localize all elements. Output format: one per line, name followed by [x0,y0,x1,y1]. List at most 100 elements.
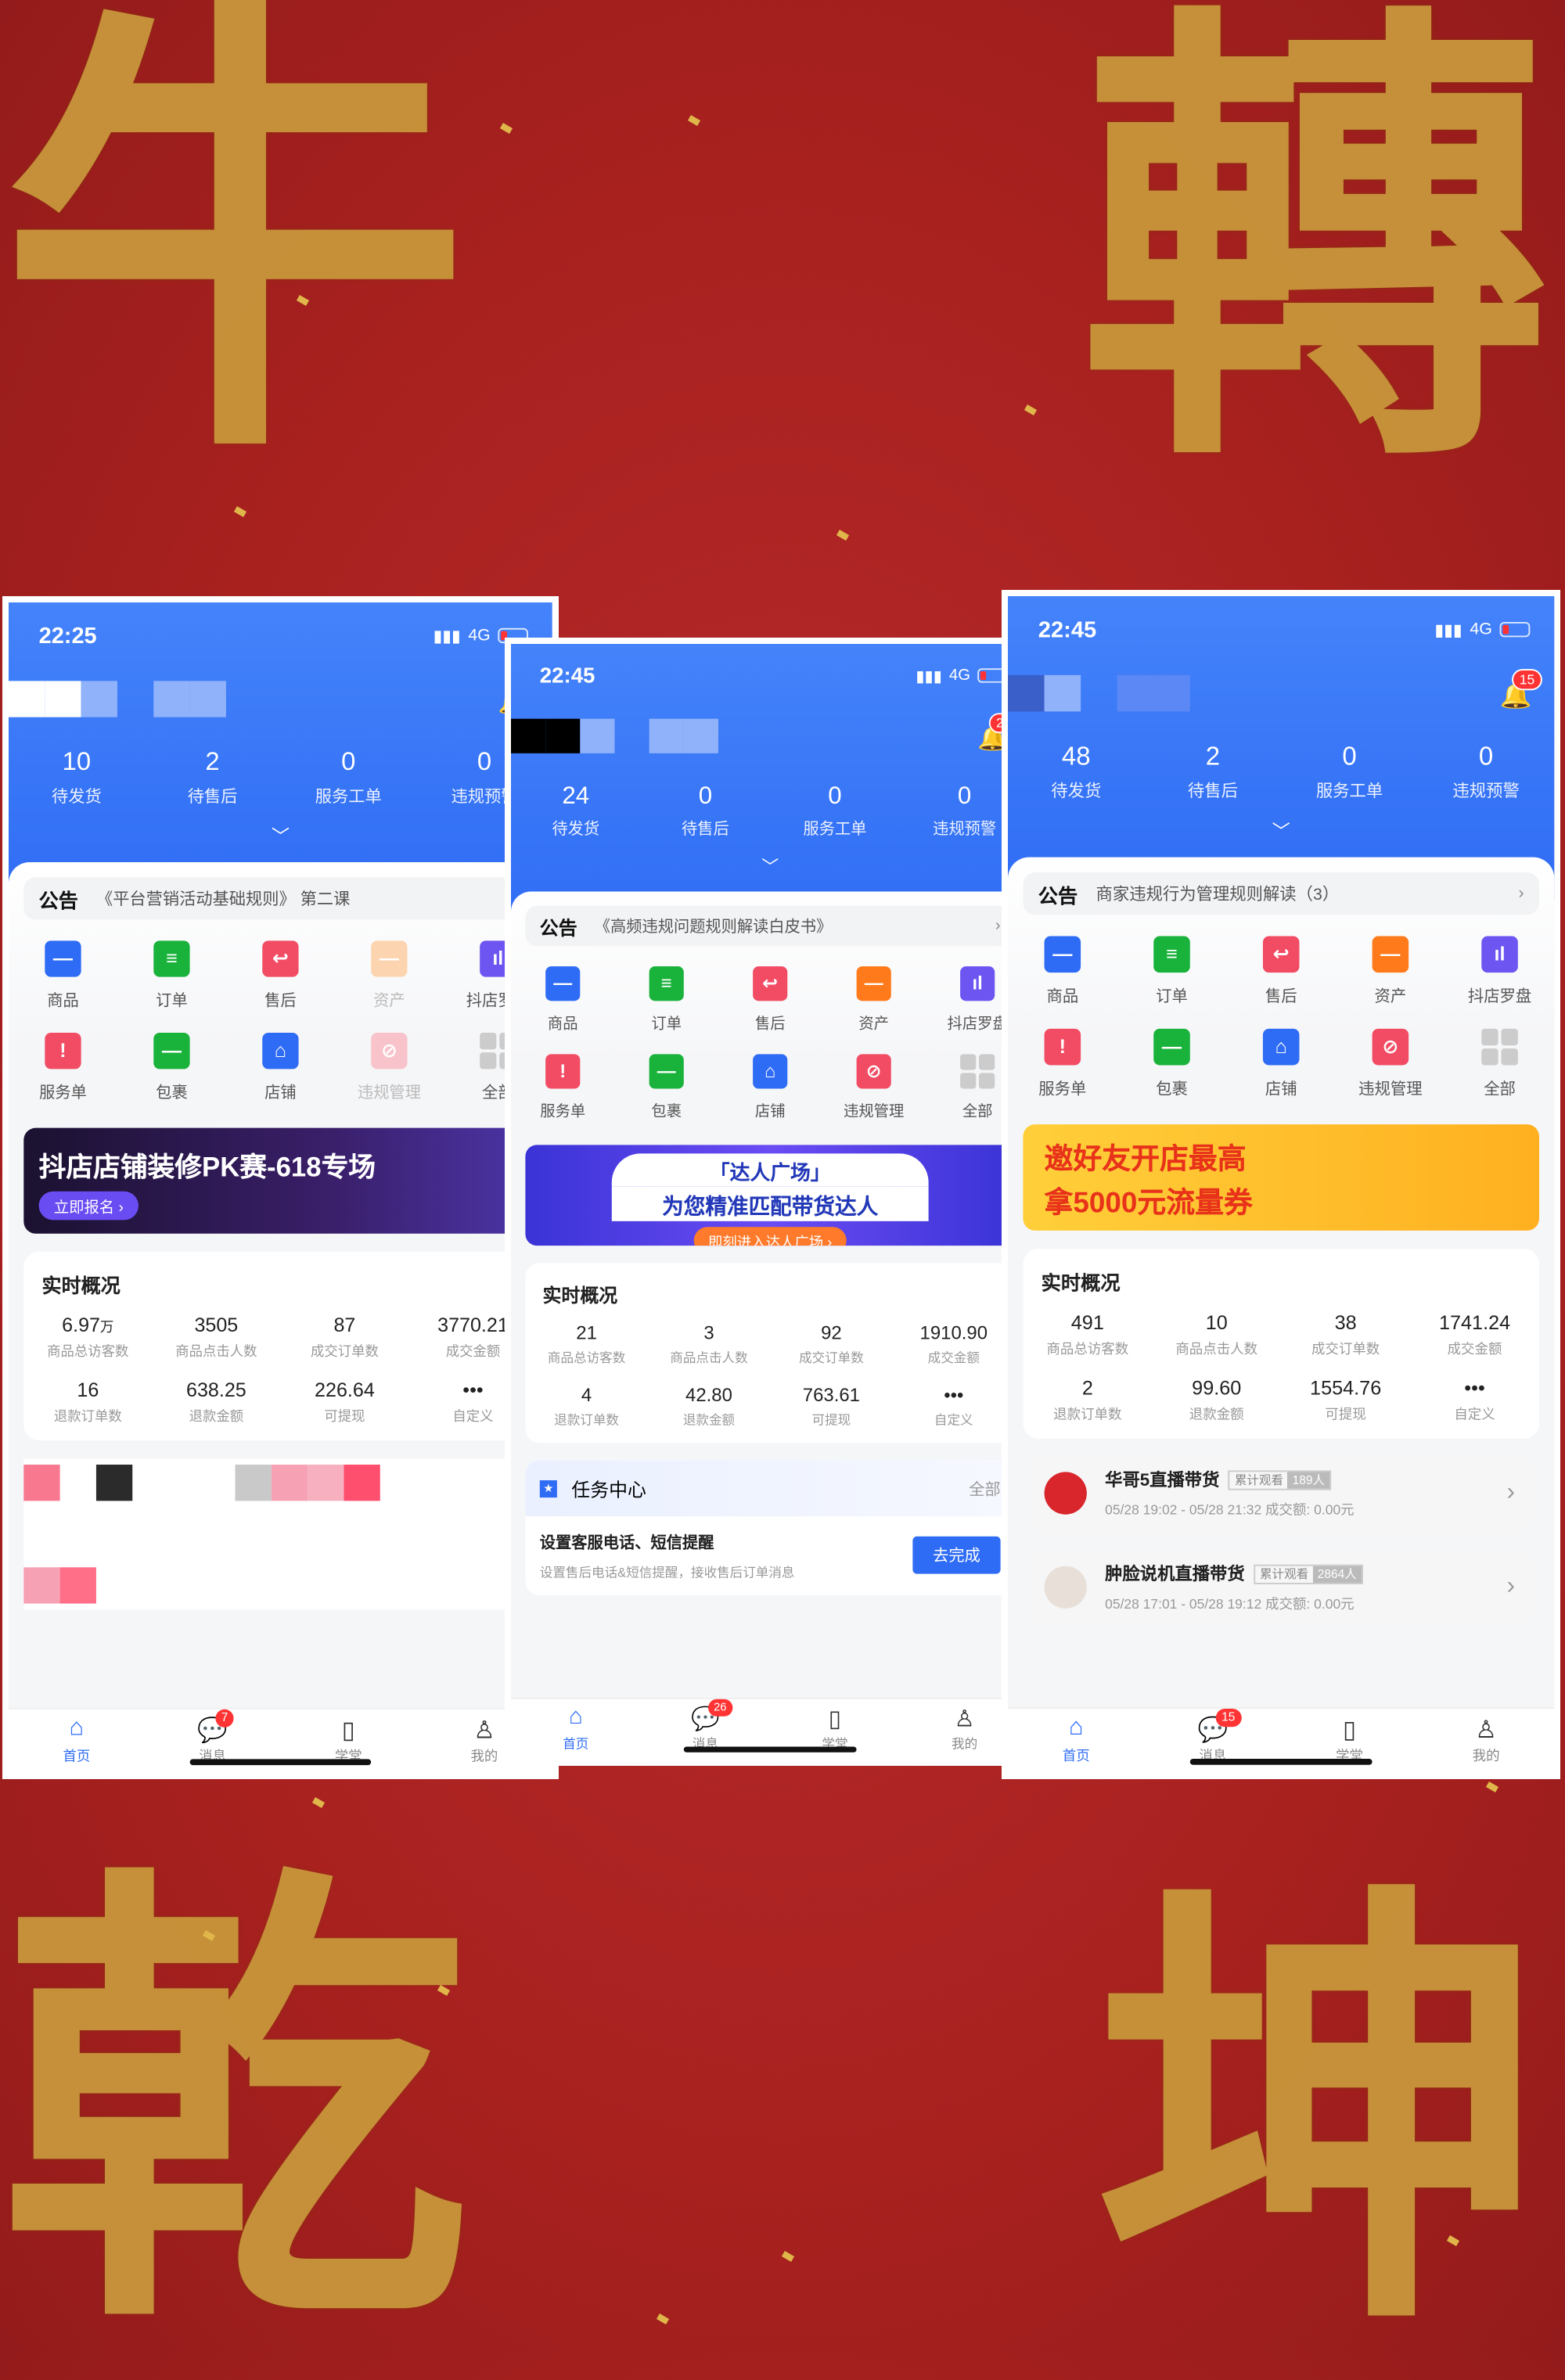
metric-number: 3 [703,1321,714,1344]
metric[interactable]: 6.97万 商品总访客数 [23,1314,152,1361]
shortcut-store[interactable]: ⌂ 店铺 [718,1054,822,1121]
metric[interactable]: 1910.90 成交金额 [893,1322,1015,1367]
metric[interactable]: 638.25 退款金额 [152,1379,280,1425]
metric-value: 87 [280,1314,408,1336]
metric-number: 226.64 [315,1379,375,1401]
tab-home[interactable]: ⌂ 首页 [511,1699,641,1760]
metric[interactable]: 16 退款订单数 [23,1379,152,1425]
shortcut-wallet[interactable]: — 资产 [335,940,444,1012]
live-session-item[interactable]: 肿脸说机直播带货 累计观看 2864人 05/28 17:01 - 05/28 19:… [1029,1548,1534,1627]
stat-2[interactable]: 0 服务工单 [1281,742,1418,803]
package-icon: — [153,1033,190,1070]
metric[interactable]: ••• 自定义 [893,1384,1015,1429]
metric-number: 42.80 [685,1383,732,1406]
shortcut-store[interactable]: ⌂ 店铺 [1226,1028,1336,1100]
tab-home[interactable]: ⌂ 首页 [9,1710,145,1773]
stat-2[interactable]: 0 服务工单 [770,782,900,840]
metric[interactable]: ••• 自定义 [1410,1376,1539,1423]
shortcut-wallet[interactable]: — 资产 [822,966,925,1034]
shortcut-return[interactable]: ↩ 售后 [1226,936,1336,1008]
tab-profile[interactable]: ♙ 我的 [1418,1709,1555,1772]
main-panel: 公告 《高频违规问题规则解读白皮书》 › — 商品 ≡ 订单 ↩ 售后 — 资产 ıl 抖店罗盘! 服务单… [511,891,1030,1698]
shortcut-shopping-bag[interactable]: — 商品 [511,966,614,1034]
stat-1[interactable]: 2 待售后 [145,747,281,807]
promo-banner[interactable]: 抖店店铺装修PK赛-618专场 立即报名 › [23,1127,538,1234]
metric[interactable]: 21 商品总访客数 [525,1322,647,1367]
banner-cta-button[interactable]: 立即报名 › [38,1191,139,1221]
stat-0[interactable]: 48 待发货 [1008,742,1145,803]
shortcut-label: 商品 [547,1015,578,1033]
stat-1[interactable]: 2 待售后 [1145,742,1282,803]
message-icon: 💬 [691,1707,720,1733]
shortcut-prohibited[interactable]: ⊘ 违规管理 [1336,1028,1445,1100]
banner-line2: 拿5000元流量券 [1044,1188,1253,1221]
shortcut-store[interactable]: ⌂ 店铺 [226,1033,335,1104]
metric[interactable]: 92 成交订单数 [770,1322,892,1367]
metric[interactable]: 87 成交订单数 [280,1314,408,1361]
shortcut-alert[interactable]: ! 服务单 [1008,1028,1117,1100]
shortcut-prohibited[interactable]: ⊘ 违规管理 [822,1054,925,1121]
notice-bar[interactable]: 公告《平台营销活动基础规则》 第二课› [23,877,538,920]
stat-2[interactable]: 0 服务工单 [280,747,416,807]
shop-name-redacted [1008,674,1190,712]
tab-home[interactable]: ⌂ 首页 [1008,1709,1145,1772]
metric[interactable]: 491 商品总访客数 [1023,1311,1152,1358]
redaction-block [308,1465,344,1501]
shortcut-return[interactable]: ↩ 售后 [226,940,335,1012]
shortcut-wallet[interactable]: — 资产 [1336,936,1445,1008]
task-all-link[interactable]: 全部 [969,1476,1000,1499]
task-complete-button[interactable]: 去完成 [912,1536,1001,1574]
metric[interactable]: 226.64 可提现 [280,1379,408,1425]
gold-fleck [311,1797,326,1808]
live-info: 肿脸说机直播带货 累计观看 2864人 05/28 17:01 - 05/28 19:… [1105,1562,1363,1613]
shortcut-order[interactable]: ≡ 订单 [614,966,718,1034]
metric[interactable]: 10 商品点击人数 [1152,1311,1281,1358]
shortcut-shopping-bag[interactable]: — 商品 [9,940,117,1012]
shortcut-order[interactable]: ≡ 订单 [117,940,226,1012]
bell-icon[interactable]: 🔔 15 [1500,669,1542,712]
shortcut-label: 店铺 [754,1102,786,1121]
shortcut-chart[interactable]: ıl 抖店罗盘 [1445,936,1555,1008]
metric[interactable]: 4 退款订单数 [525,1384,647,1429]
promo-banner[interactable]: 「达人广场」 为您精准匹配带货达人 即刻进入达人广场 › [525,1145,1015,1246]
stat-1[interactable]: 0 待售后 [641,782,771,840]
shortcut-alert[interactable]: ! 服务单 [9,1033,117,1104]
shortcut-return[interactable]: ↩ 售后 [718,966,822,1034]
shortcut-grid[interactable]: 全部 [1445,1028,1555,1100]
expand-chevron-icon[interactable]: ﹀ [761,854,779,879]
shortcut-shopping-bag[interactable]: — 商品 [1008,936,1117,1008]
viewers-count: 189人 [1287,1471,1329,1488]
expand-chevron-icon[interactable]: ﹀ [1272,818,1290,843]
shortcut-package[interactable]: — 包裹 [117,1033,226,1104]
metric[interactable]: 763.61 可提现 [770,1384,892,1429]
stat-3[interactable]: 0 违规预警 [1418,742,1555,803]
metric[interactable]: 3505 商品点击人数 [152,1314,280,1361]
shortcut-package[interactable]: — 包裹 [1117,1028,1227,1100]
shortcut-prohibited[interactable]: ⊘ 违规管理 [335,1033,444,1104]
gold-fleck [836,530,850,541]
metric[interactable]: 2 退款订单数 [1023,1376,1152,1423]
status-bar: 22:45 ▮▮▮ 4G [540,661,1006,690]
metric[interactable]: 3 商品点击人数 [648,1322,770,1367]
metric[interactable]: 1554.76 可提现 [1281,1376,1410,1423]
metric[interactable]: 42.80 退款金额 [648,1384,770,1429]
expand-chevron-icon[interactable]: ﹀ [272,823,290,849]
live-session-item[interactable]: 华哥5直播带货 累计观看 189人 05/28 19:02 - 05/28 21:32… [1029,1454,1534,1533]
stat-0[interactable]: 10 待发货 [9,747,145,807]
realtime-title: 实时概况 [1041,1271,1121,1295]
stat-label: 服务工单 [803,821,867,839]
stat-0[interactable]: 24 待发货 [511,782,641,840]
metric[interactable]: 1741.24 成交金额 [1410,1311,1539,1358]
notice-bar[interactable]: 公告 商家违规行为管理规则解读（3） › [1023,872,1539,915]
banner-cta-button[interactable]: 即刻进入达人广场 › [693,1227,847,1246]
shortcut-package[interactable]: — 包裹 [614,1054,718,1121]
shortcut-alert[interactable]: ! 服务单 [511,1054,614,1121]
redaction-block [59,1567,96,1604]
metric[interactable]: 99.60 退款金额 [1152,1376,1281,1423]
shortcut-order[interactable]: ≡ 订单 [1117,936,1227,1008]
metric-value: 10 [1152,1311,1281,1334]
shortcut-label: 服务单 [1038,1080,1087,1099]
promo-banner[interactable]: 邀好友开店最高 拿5000元流量券 [1023,1124,1539,1231]
metric[interactable]: 38 成交订单数 [1281,1311,1410,1358]
notice-bar[interactable]: 公告 《高频违规问题规则解读白皮书》 › [525,905,1015,947]
